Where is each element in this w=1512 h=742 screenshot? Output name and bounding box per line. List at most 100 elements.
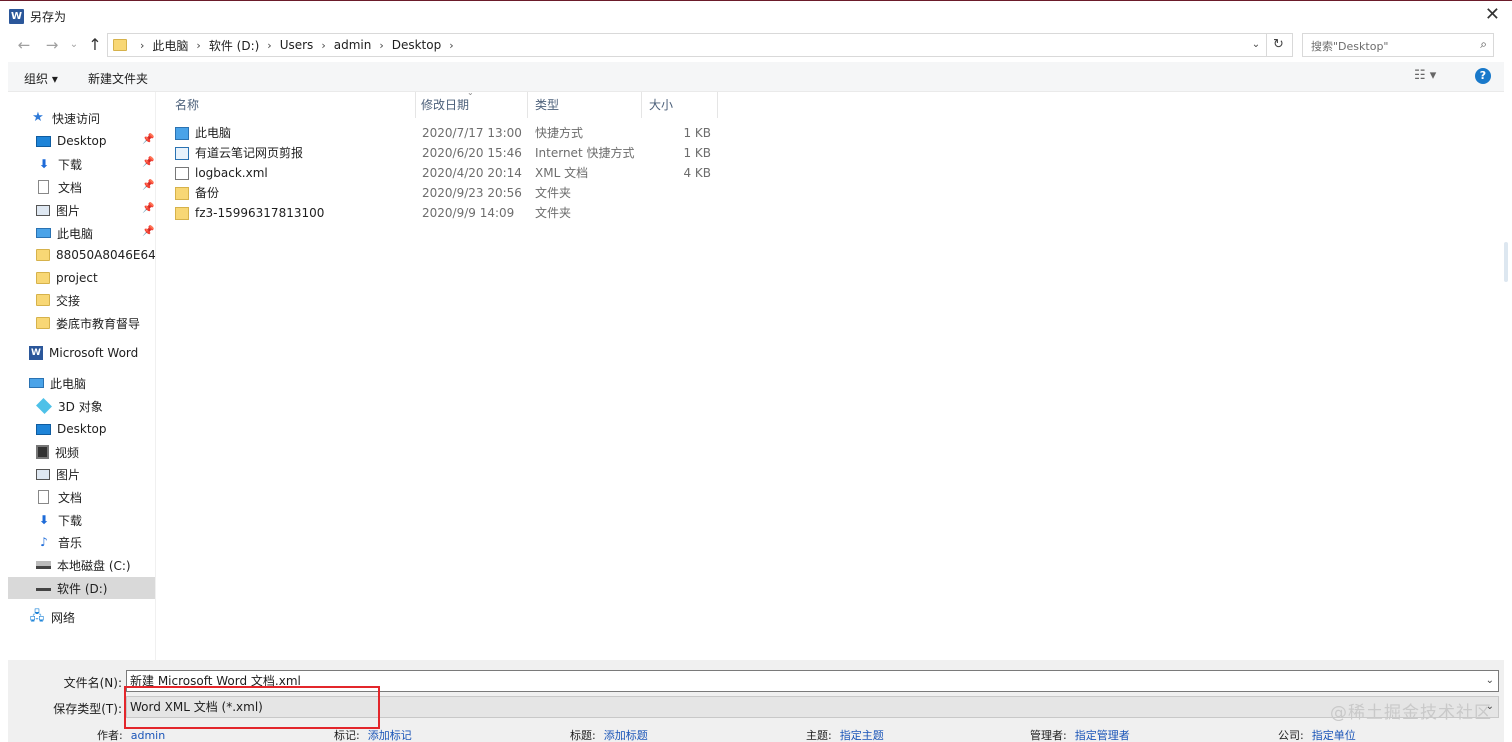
- table-row[interactable]: 备份 2020/9/23 20:56 文件夹: [157, 183, 719, 203]
- column-header-type[interactable]: 类型: [527, 92, 642, 118]
- document-icon: [38, 180, 49, 194]
- meta-company: 公司: 指定单位: [1278, 727, 1356, 742]
- forward-arrow-icon[interactable]: →: [42, 35, 62, 55]
- meta-value[interactable]: 指定主题: [840, 729, 884, 742]
- meta-value[interactable]: admin: [131, 729, 165, 742]
- sidebar-item-project[interactable]: project: [8, 267, 155, 289]
- folder-icon: [36, 272, 50, 284]
- sidebar-item-music[interactable]: ♪ 音乐: [8, 531, 155, 553]
- sidebar-item-drive-c[interactable]: 本地磁盘 (C:): [8, 554, 155, 576]
- sidebar-item-label: 3D 对象: [58, 399, 103, 414]
- close-icon[interactable]: ✕: [1485, 4, 1500, 25]
- pin-icon: 📌: [142, 157, 155, 168]
- sidebar-item-education[interactable]: 娄底市教育督导: [8, 312, 155, 334]
- table-row[interactable]: 此电脑 2020/7/17 13:00 快捷方式 1 KB: [157, 123, 719, 143]
- address-bar[interactable]: › 此电脑 › 软件 (D:) › Users › admin › Deskto…: [107, 33, 1293, 57]
- meta-value[interactable]: 指定管理者: [1075, 729, 1130, 742]
- breadcrumb-item[interactable]: Users: [280, 38, 314, 52]
- sidebar-item-videos[interactable]: 视频: [8, 441, 155, 463]
- sidebar-item-drive-d[interactable]: 软件 (D:): [8, 577, 155, 599]
- meta-manager: 管理者: 指定管理者: [1030, 727, 1130, 742]
- sidebar-item-handover[interactable]: 交接: [8, 289, 155, 311]
- network-icon: 🖧: [29, 609, 45, 624]
- desktop-icon: [36, 135, 51, 147]
- organize-button[interactable]: 组织 ▾: [24, 70, 58, 87]
- sidebar-item-pictures-pc[interactable]: 图片: [8, 463, 155, 485]
- sidebar-item-label: 此电脑: [50, 376, 87, 391]
- meta-value[interactable]: 添加标题: [604, 729, 648, 742]
- chevron-down-icon[interactable]: ⌄: [1486, 671, 1494, 691]
- download-arrow-icon: ⬇: [38, 513, 50, 527]
- sidebar-item-documents-pc[interactable]: 文档: [8, 486, 155, 508]
- breadcrumb-item[interactable]: 此电脑: [152, 37, 188, 54]
- meta-key: 公司:: [1278, 729, 1304, 742]
- pc-icon: [175, 126, 189, 140]
- breadcrumb-item[interactable]: Desktop: [392, 38, 442, 52]
- meta-value[interactable]: 添加标记: [368, 729, 412, 742]
- filetype-value: Word XML 文档 (*.xml): [130, 700, 263, 714]
- view-options-icon[interactable]: ☷ ▾: [1414, 68, 1436, 83]
- sidebar-item-folder[interactable]: 88050A8046E640E: [8, 244, 155, 266]
- meta-key: 主题:: [806, 729, 832, 742]
- navigation-pane: ★ 快速访问 Desktop 📌 ⬇ 下载 📌 文档 📌 图片 📌 此电脑 📌: [8, 92, 156, 660]
- window-title: 另存为: [30, 10, 67, 24]
- refresh-icon[interactable]: ↻: [1266, 34, 1290, 56]
- file-name: fz3-15996317813100: [195, 206, 325, 220]
- sidebar-item-quick-access[interactable]: ★ 快速访问: [30, 107, 155, 129]
- help-icon[interactable]: ?: [1475, 68, 1491, 84]
- vertical-scrollbar[interactable]: [1500, 92, 1512, 660]
- new-folder-button[interactable]: 新建文件夹: [88, 70, 148, 87]
- sidebar-item-downloads[interactable]: ⬇ 下载 📌: [8, 153, 155, 175]
- breadcrumb-separator-icon[interactable]: ›: [379, 39, 383, 52]
- sidebar-item-label: 娄底市教育督导: [56, 316, 141, 331]
- sidebar-item-this-pc-quick[interactable]: 此电脑 📌: [8, 222, 155, 244]
- filetype-label: 保存类型(T):: [53, 702, 122, 716]
- sidebar-item-label: 文档: [58, 180, 83, 195]
- sidebar-item-desktop-pc[interactable]: Desktop: [8, 418, 155, 440]
- up-arrow-icon[interactable]: ↑: [85, 35, 105, 55]
- table-row[interactable]: fz3-15996317813100 2020/9/9 14:09 文件夹: [157, 203, 719, 223]
- table-row[interactable]: 有道云笔记网页剪报 2020/6/20 15:46 Internet 快捷方式 …: [157, 143, 719, 163]
- sidebar-item-downloads-pc[interactable]: ⬇ 下载: [8, 509, 155, 531]
- table-row[interactable]: logback.xml 2020/4/20 20:14 XML 文档 4 KB: [157, 163, 719, 183]
- recent-chevron-down-icon[interactable]: ⌄: [64, 35, 84, 55]
- address-dropdown-icon[interactable]: ⌄: [1248, 37, 1264, 53]
- breadcrumb-item[interactable]: admin: [334, 38, 372, 52]
- meta-value[interactable]: 指定单位: [1312, 729, 1356, 742]
- scrollbar-thumb[interactable]: [1504, 242, 1508, 282]
- sidebar-item-microsoft-word[interactable]: W Microsoft Word: [8, 342, 155, 364]
- column-header-size[interactable]: 大小: [641, 92, 718, 118]
- breadcrumb-item[interactable]: 软件 (D:): [209, 37, 259, 54]
- file-type: 快捷方式: [535, 126, 584, 140]
- document-icon: [38, 490, 49, 504]
- file-modified: 2020/9/9 14:09: [422, 206, 515, 220]
- sidebar-item-label: 下载: [58, 513, 83, 528]
- filename-label: 文件名(N):: [63, 676, 122, 690]
- search-placeholder: 搜索"Desktop": [1311, 40, 1389, 53]
- sidebar-item-3d-objects[interactable]: 3D 对象: [8, 395, 155, 417]
- sidebar-item-desktop[interactable]: Desktop 📌: [8, 130, 155, 152]
- filetype-select[interactable]: Word XML 文档 (*.xml) ⌄: [126, 696, 1499, 718]
- picture-icon: [36, 204, 50, 216]
- back-arrow-icon[interactable]: ←: [14, 35, 34, 55]
- search-box[interactable]: 搜索"Desktop" ⌕: [1302, 33, 1494, 57]
- column-header-name[interactable]: 名称: [167, 92, 416, 118]
- sidebar-item-pictures[interactable]: 图片 📌: [8, 199, 155, 221]
- filename-value: 新建 Microsoft Word 文档.xml: [130, 674, 301, 688]
- breadcrumb-separator-icon[interactable]: ›: [196, 39, 200, 52]
- search-icon[interactable]: ⌕: [1480, 37, 1487, 52]
- breadcrumb-separator-icon[interactable]: ›: [321, 39, 325, 52]
- breadcrumb-separator-icon[interactable]: ›: [267, 39, 271, 52]
- sidebar-item-documents[interactable]: 文档 📌: [8, 176, 155, 198]
- sidebar-item-network[interactable]: 🖧 网络: [8, 606, 155, 628]
- breadcrumb-separator-icon[interactable]: ›: [449, 39, 453, 52]
- filename-input[interactable]: 新建 Microsoft Word 文档.xml ⌄: [126, 670, 1499, 692]
- sidebar-item-label: 文档: [58, 490, 83, 505]
- column-header-modified[interactable]: 修改日期: [413, 92, 528, 118]
- breadcrumb-separator-icon[interactable]: ›: [140, 39, 144, 52]
- file-name: 此电脑: [195, 126, 232, 140]
- file-modified: 2020/6/20 15:46: [422, 146, 522, 160]
- folder-icon: [175, 186, 189, 200]
- sidebar-item-this-pc[interactable]: 此电脑: [8, 372, 155, 394]
- meta-subject: 主题: 指定主题: [806, 727, 884, 742]
